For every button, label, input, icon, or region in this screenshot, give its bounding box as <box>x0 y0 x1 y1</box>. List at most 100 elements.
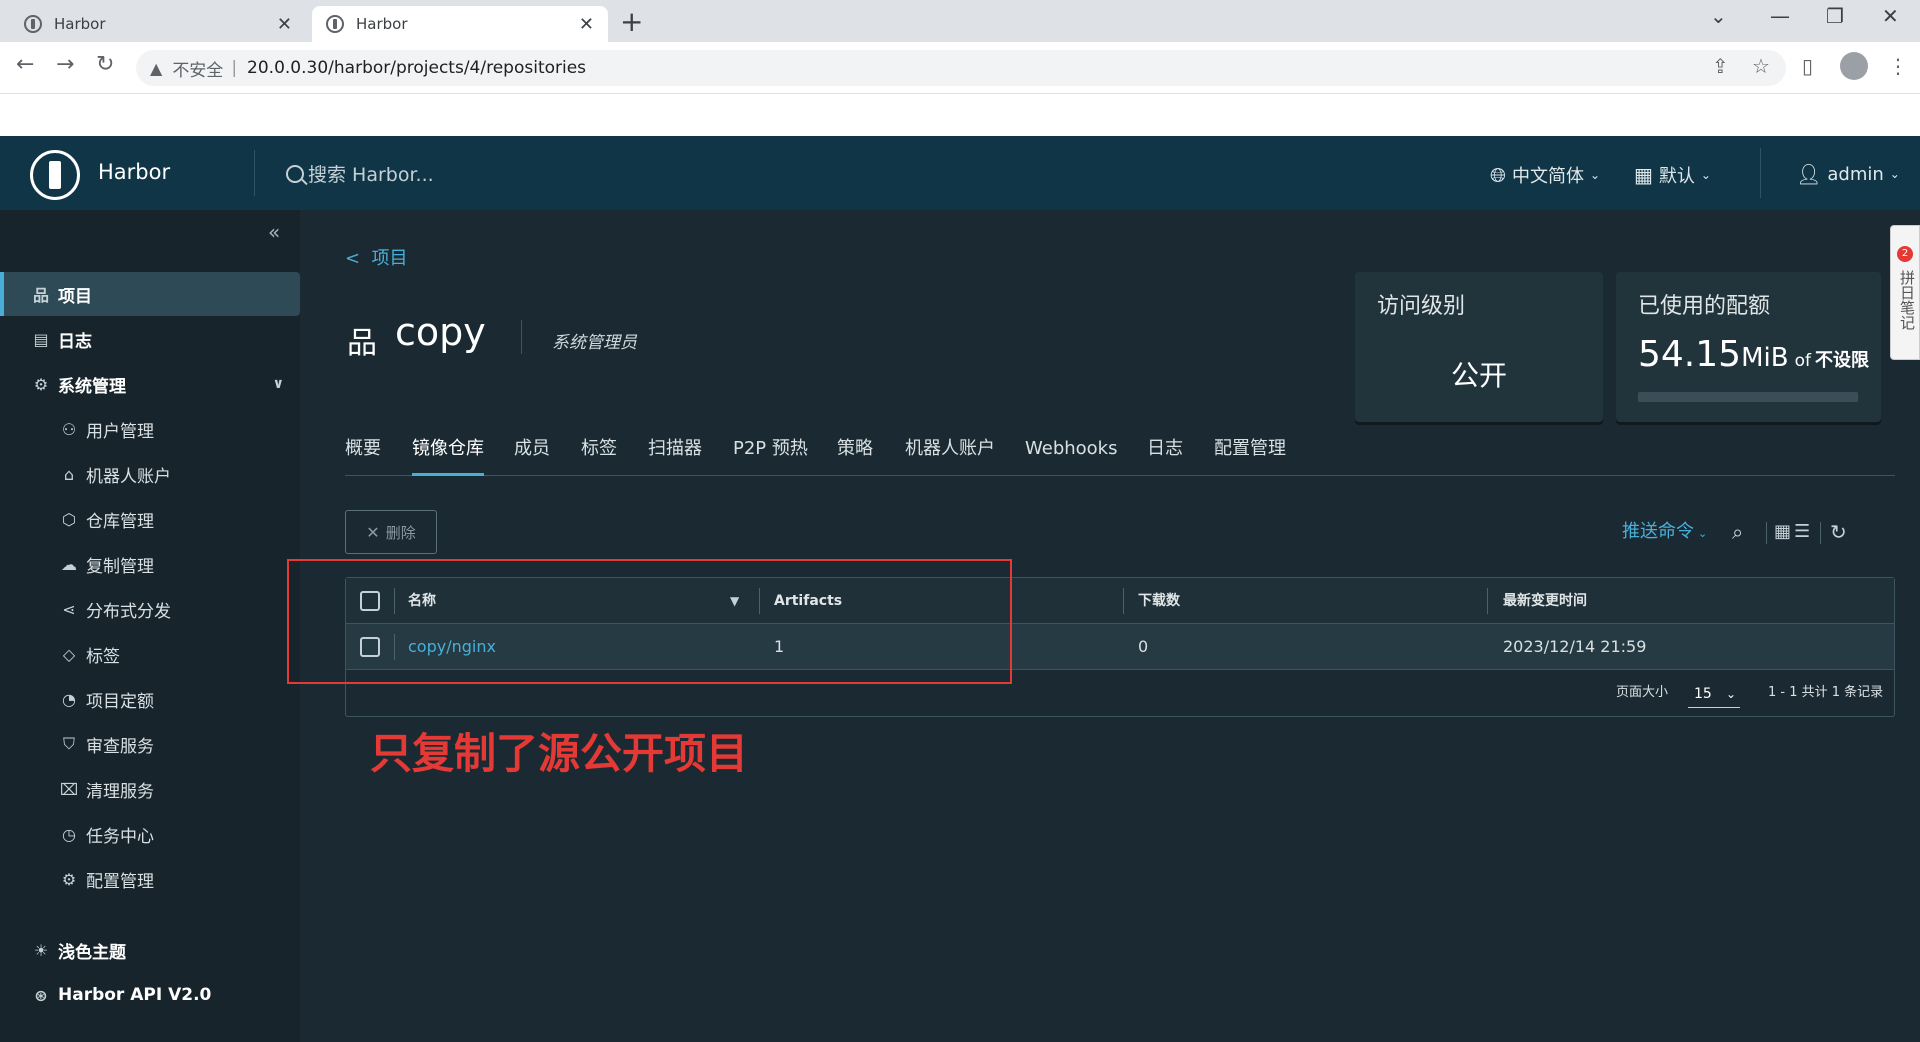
annotation-highlight-box <box>287 559 1012 684</box>
chevron-down-icon: ∨ <box>272 376 284 392</box>
annotation-text: 只复制了源公开项目 <box>370 729 749 778</box>
quota-title: 已使用的配额 <box>1638 294 1771 319</box>
sidebar-item-job-service[interactable]: ◷ 任务中心 <box>0 812 300 856</box>
minimize-icon[interactable]: — <box>1770 4 1790 28</box>
tab-robot-accounts[interactable]: 机器人账户 <box>905 432 995 476</box>
push-command-dropdown[interactable]: 推送命令 ⌄ <box>1622 510 1707 556</box>
sidebar-item-label: 机器人账户 <box>86 466 171 487</box>
sidebar-item-configuration[interactable]: ⚙ 配置管理 <box>0 857 300 901</box>
sidebar-item-registries[interactable]: ⬡ 仓库管理 <box>0 497 300 541</box>
page-top-gap <box>0 94 1920 136</box>
tab-scanner[interactable]: 扫描器 <box>648 432 702 476</box>
column-divider <box>1487 588 1488 614</box>
browser-tab-active[interactable]: Harbor ✕ <box>312 6 608 42</box>
sidebar-item-robot-accounts[interactable]: ⌂ 机器人账户 <box>0 452 300 496</box>
quota-card: 已使用的配额 54.15MiB of 不设限 <box>1616 272 1881 422</box>
sidebar-item-clean-up[interactable]: ⌧ 清理服务 <box>0 767 300 811</box>
sidebar-item-label: 审查服务 <box>86 736 154 757</box>
insecure-label: 不安全 <box>172 60 224 81</box>
sidebar-item-projects[interactable]: 品 项目 <box>0 272 300 316</box>
log-icon: ▤ <box>33 329 49 349</box>
brand-name[interactable]: Harbor <box>98 160 170 184</box>
sidebar-item-label: 标签 <box>86 646 120 667</box>
sidebar-item-labels[interactable]: ◇ 标签 <box>0 632 300 676</box>
menu-kebab-icon[interactable]: ⋮ <box>1888 54 1908 78</box>
browser-tabbar: Harbor ✕ Harbor ✕ + ⌄ — ❐ ✕ <box>0 0 1920 42</box>
forward-arrow-icon[interactable]: → <box>56 52 74 77</box>
url-bar[interactable]: ▲ 不安全 | 20.0.0.30/harbor/projects/4/repo… <box>136 50 1786 86</box>
search-placeholder: 搜索 Harbor... <box>308 164 434 186</box>
quota-limit: 不设限 <box>1814 350 1869 371</box>
project-icon: 品 <box>32 286 49 305</box>
tab-search-icon[interactable]: ⌄ <box>1710 4 1727 28</box>
card-view-icon[interactable]: ▦ <box>1774 510 1791 554</box>
tab-members[interactable]: 成员 <box>514 432 550 476</box>
trash-icon: ⌧ <box>59 779 79 799</box>
tab-p2p-preheat[interactable]: P2P 预热 <box>733 432 808 476</box>
chevron-down-icon: ⌄ <box>1698 527 1708 540</box>
back-to-projects-link[interactable]: < 项目 <box>345 244 408 270</box>
tab-policy[interactable]: 策略 <box>837 432 873 476</box>
page-size-select[interactable]: 15 ⌄ <box>1688 680 1740 708</box>
list-view-icon[interactable]: ☰ <box>1794 510 1810 554</box>
sidebar-item-api[interactable]: ⊛ Harbor API V2.0 <box>0 973 300 1017</box>
sun-icon: ☀ <box>33 940 49 960</box>
harbor-logo-icon[interactable] <box>30 150 80 200</box>
user-menu[interactable]: 👤︎ admin ⌄ <box>1796 162 1900 186</box>
toolbar-divider <box>1820 522 1821 544</box>
tab-configuration[interactable]: 配置管理 <box>1214 432 1286 476</box>
sidebar-item-administration[interactable]: ⚙ 系统管理 ∨ <box>0 362 300 406</box>
sidebar-item-logs[interactable]: ▤ 日志 <box>0 317 300 361</box>
browser-addressbar: ← → ↻ ▲ 不安全 | 20.0.0.30/harbor/projects/… <box>0 42 1920 94</box>
tab-repositories[interactable]: 镜像仓库 <box>412 432 484 476</box>
column-divider <box>1123 588 1124 614</box>
delete-button[interactable]: ✕ 删除 <box>345 510 437 554</box>
notification-badge: 2 <box>1897 246 1913 262</box>
sidebar-item-users[interactable]: ⚇ 用户管理 <box>0 407 300 451</box>
back-arrow-icon[interactable]: ← <box>16 52 34 77</box>
reload-icon[interactable]: ↻ <box>96 52 114 77</box>
close-icon[interactable]: ✕ <box>277 14 292 35</box>
new-tab-button[interactable]: + <box>620 6 643 38</box>
tab-logs[interactable]: 日志 <box>1147 432 1183 476</box>
gear-icon: ⚙ <box>61 869 77 889</box>
sidebar-item-interrogation-services[interactable]: ⛉ 审查服务 <box>0 722 300 766</box>
search-icon[interactable]: ⌕ <box>1732 510 1743 554</box>
share-icon[interactable]: ⇪ <box>1712 54 1729 78</box>
page-size-value: 15 <box>1694 686 1712 702</box>
column-updated[interactable]: 最新变更时间 <box>1503 578 1587 624</box>
pagination-summary: 1 - 1 共计 1 条记录 <box>1768 685 1884 700</box>
project-role: 系统管理员 <box>552 333 637 353</box>
sidebar-item-light-theme[interactable]: ☀ 浅色主题 <box>0 928 300 972</box>
restore-icon[interactable]: ❐ <box>1826 4 1844 28</box>
column-downloads[interactable]: 下载数 <box>1138 578 1180 624</box>
tab-webhooks[interactable]: Webhooks <box>1025 432 1117 476</box>
header-divider <box>1760 148 1761 198</box>
sidebar-item-distributions[interactable]: ⋖ 分布式分发 <box>0 587 300 631</box>
sidepanel-icon[interactable]: ▯ <box>1802 54 1813 78</box>
globe-icon: 🌐︎ <box>1490 163 1506 187</box>
sidebar-item-label: 系统管理 <box>58 376 126 397</box>
datetime-format-selector[interactable]: ▦ 默认 ⌄ <box>1634 162 1711 188</box>
side-notes-widget[interactable]: 2 拼日笔记 <box>1890 225 1920 360</box>
browser-tab[interactable]: Harbor ✕ <box>10 6 306 42</box>
profile-avatar[interactable] <box>1840 52 1868 80</box>
sidebar-item-project-quotas[interactable]: ◔ 项目定额 <box>0 677 300 721</box>
refresh-icon[interactable]: ↻ <box>1830 510 1847 554</box>
global-search[interactable]: 搜索 Harbor... <box>286 160 434 187</box>
search-icon <box>286 164 304 183</box>
tab-summary[interactable]: 概要 <box>345 432 381 476</box>
robot-icon: ⌂ <box>63 464 75 484</box>
collapse-sidebar-icon[interactable]: « <box>268 220 280 244</box>
tab-title: Harbor <box>54 15 106 33</box>
url-text: 20.0.0.30/harbor/projects/4/repositories <box>247 58 587 78</box>
language-label: 中文简体 <box>1512 166 1584 187</box>
sidebar-item-replications[interactable]: ☁ 复制管理 <box>0 542 300 586</box>
tab-labels[interactable]: 标签 <box>581 432 617 476</box>
quota-of: of <box>1794 351 1811 371</box>
close-icon[interactable]: ✕ <box>579 14 594 35</box>
language-selector[interactable]: 🌐︎ 中文简体 ⌄ <box>1490 162 1600 188</box>
download-count: 0 <box>1138 637 1149 656</box>
window-close-icon[interactable]: ✕ <box>1882 4 1899 28</box>
bookmark-star-icon[interactable]: ☆ <box>1752 54 1770 78</box>
